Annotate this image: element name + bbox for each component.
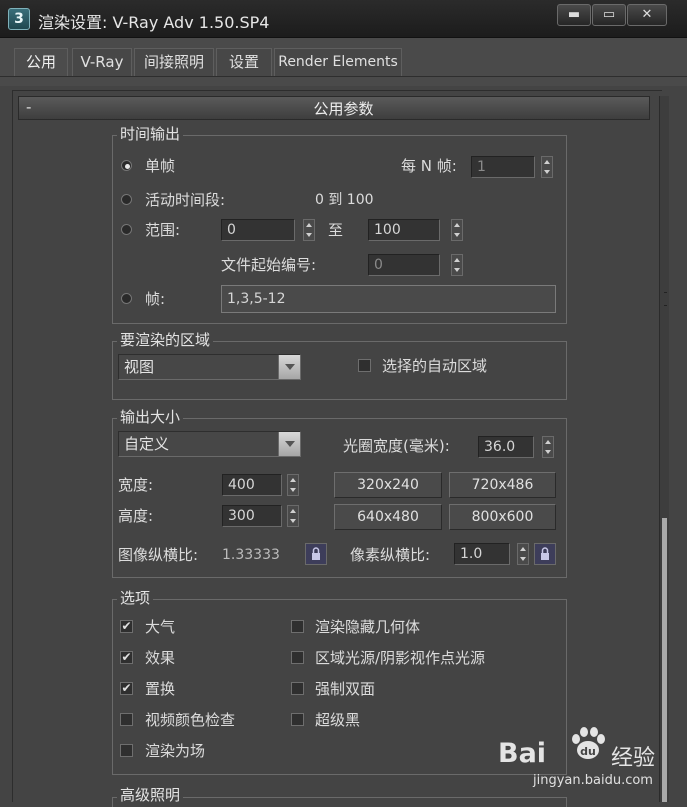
range-to-field[interactable]: 100 [368,219,440,241]
range-to-label: 至 [328,221,344,239]
radio-active-segment[interactable] [121,194,132,205]
radio-range[interactable] [121,224,132,235]
watermark-url: jingyan.baidu.com [533,773,653,788]
active-segment-range: 0 到 100 [315,192,374,208]
range-to-spinner[interactable] [451,219,463,241]
pixel-aspect-spinner[interactable] [517,543,529,565]
tab-render-elements[interactable]: Render Elements [274,48,402,76]
render-area-label: 要渲染的区域 [117,331,214,349]
range-from-spinner[interactable] [303,219,315,241]
watermark-du: du [580,745,596,758]
radio-frames[interactable] [121,293,132,304]
checkbox-area-lights-as-points[interactable] [291,651,304,664]
width-field[interactable]: 400 [222,474,282,496]
radio-single-frame[interactable] [121,160,132,171]
effects-label: 效果 [145,649,176,667]
every-n-label: 每 N 帧: [401,157,457,175]
width-spinner[interactable] [287,474,299,496]
active-segment-label: 活动时间段: [145,191,226,209]
scrollbar-grip-icon [664,292,667,306]
render-hidden-geometry-label: 渲染隐藏几何体 [315,618,421,636]
window-title: 渲染设置: V-Ray Adv 1.50.SP4 [38,13,270,32]
aperture-spinner[interactable] [542,436,554,458]
checkbox-super-black[interactable] [291,713,304,726]
image-aspect-lock-button[interactable] [305,543,327,565]
aperture-field[interactable]: 36.0 [478,436,534,458]
output-size-label: 输出大小 [117,408,184,426]
preset-720x486-button[interactable]: 720x486 [449,472,556,498]
close-button[interactable]: ✕ [627,4,667,26]
advanced-lighting-label: 高级照明 [117,786,184,804]
baidu-watermark-logo: Bai [498,738,547,769]
height-spinner[interactable] [287,505,299,527]
output-size-dropdown[interactable]: 自定义 [118,431,301,457]
auto-region-checkbox[interactable] [358,359,371,372]
super-black-label: 超级黑 [315,711,361,729]
frames-field[interactable]: 1,3,5-12 [221,285,556,313]
checkbox-atmosphere[interactable]: ✔ [120,620,133,633]
checkbox-displacement[interactable]: ✔ [120,682,133,695]
preset-640x480-button[interactable]: 640x480 [334,504,442,530]
force-2-sided-label: 强制双面 [315,680,376,698]
render-to-fields-label: 渲染为场 [145,742,206,760]
maximize-button[interactable]: ▭ [592,4,626,26]
pixel-aspect-label: 像素纵横比: [350,546,431,564]
width-label: 宽度: [118,476,154,494]
checkbox-render-to-fields[interactable] [120,744,133,757]
lock-icon [541,547,549,560]
height-field[interactable]: 300 [222,505,282,527]
baidu-paw-icon: du [572,727,605,759]
tab-divider [0,76,687,77]
lock-icon [312,547,320,560]
file-start-field[interactable]: 0 [368,254,440,276]
scrollbar-thumb[interactable] [662,518,667,802]
tab-vray[interactable]: V-Ray [72,48,132,76]
app-logo-icon: 3 [8,8,30,30]
aperture-label: 光圈宽度(毫米): [343,437,450,455]
checkbox-force-2-sided[interactable] [291,682,304,695]
pixel-aspect-field[interactable]: 1.0 [454,543,510,565]
checkbox-effects[interactable]: ✔ [120,651,133,664]
displacement-label: 置换 [145,680,176,698]
minimize-button[interactable]: ▬ [557,4,591,26]
auto-region-label: 选择的自动区域 [382,357,488,375]
atmosphere-label: 大气 [145,618,176,636]
file-start-spinner[interactable] [451,254,463,276]
tab-settings[interactable]: 设置 [216,48,272,76]
image-aspect-value: 1.33333 [222,547,280,563]
single-frame-label: 单帧 [145,157,176,175]
checkbox-video-color-check[interactable] [120,713,133,726]
height-label: 高度: [118,507,154,525]
range-label: 范围: [145,221,181,239]
options-label: 选项 [117,589,154,607]
every-n-spinner[interactable] [541,156,553,178]
watermark-jingyan-text: 经验 [611,746,656,771]
preset-800x600-button[interactable]: 800x600 [449,504,556,530]
frames-label: 帧: [145,290,166,308]
file-start-label: 文件起始编号: [221,256,317,274]
render-area-dropdown[interactable]: 视图 [118,354,301,380]
time-output-label: 时间输出 [117,125,184,143]
pixel-aspect-lock-button[interactable] [534,543,556,565]
preset-320x240-button[interactable]: 320x240 [334,472,442,498]
checkbox-render-hidden-geometry[interactable] [291,620,304,633]
image-aspect-label: 图像纵横比: [118,546,199,564]
tab-common[interactable]: 公用 [14,48,68,76]
rollout-title: 公用参数 [313,100,374,118]
chevron-down-icon[interactable] [278,432,300,456]
tab-indirect-illumination[interactable]: 间接照明 [134,48,214,76]
range-from-field[interactable]: 0 [221,219,295,241]
every-n-field[interactable]: 1 [471,156,535,178]
chevron-down-icon[interactable] [278,355,300,379]
area-lights-as-points-label: 区域光源/阴影视作点光源 [315,649,486,667]
video-color-check-label: 视频颜色检查 [145,711,236,729]
